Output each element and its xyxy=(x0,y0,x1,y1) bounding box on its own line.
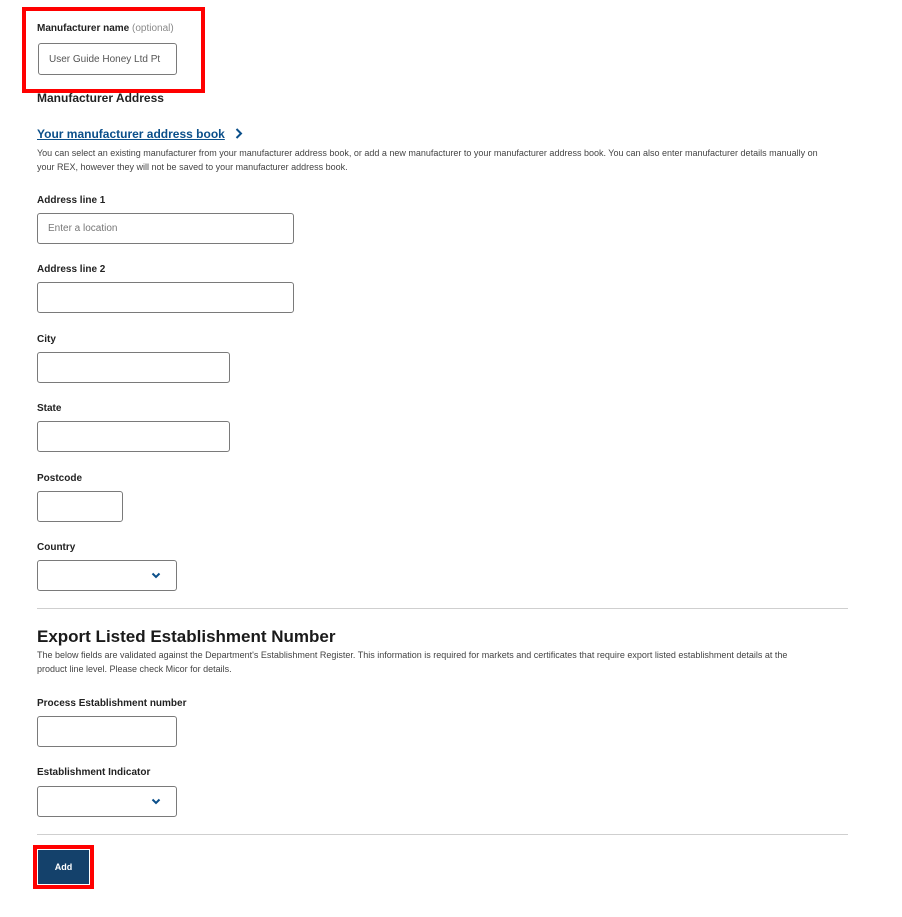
country-label: Country xyxy=(37,542,76,553)
actions-divider xyxy=(37,834,848,835)
address-book-description: You can select an existing manufacturer … xyxy=(37,148,818,172)
process-establishment-label: Process Establishment number xyxy=(37,698,187,709)
optional-hint: (optional) xyxy=(132,23,174,34)
establishment-description: The below fields are validated against t… xyxy=(37,650,788,674)
state-label: State xyxy=(37,403,62,414)
manufacturer-name-input[interactable] xyxy=(38,43,177,75)
chevron-down-icon xyxy=(150,568,162,580)
city-label: City xyxy=(37,334,56,345)
country-select[interactable] xyxy=(37,560,177,591)
postcode-input[interactable] xyxy=(37,491,123,522)
address-book-link[interactable]: Your manufacturer address book xyxy=(37,127,225,141)
establishment-heading: Export Listed Establishment Number xyxy=(37,627,336,646)
city-input[interactable] xyxy=(37,352,230,383)
address-line2-label: Address line 2 xyxy=(37,264,106,275)
chevron-down-icon xyxy=(150,794,162,806)
section-divider xyxy=(37,608,848,609)
address-line1-label: Address line 1 xyxy=(37,195,106,206)
add-button[interactable]: Add xyxy=(38,850,89,884)
process-establishment-input[interactable] xyxy=(37,716,177,747)
postcode-label: Postcode xyxy=(37,473,83,484)
address-book-link-row[interactable]: Your manufacturer address book xyxy=(37,125,243,144)
manufacturer-name-label: Manufacturer name (optional) xyxy=(37,23,174,34)
establishment-indicator-label: Establishment Indicator xyxy=(37,767,151,778)
chevron-right-icon xyxy=(235,126,243,144)
manufacturer-address-heading: Manufacturer Address xyxy=(37,91,164,105)
address-line2-input[interactable] xyxy=(37,282,294,313)
state-input[interactable] xyxy=(37,421,230,452)
manufacturer-name-label-text: Manufacturer name xyxy=(37,23,130,34)
establishment-indicator-select[interactable] xyxy=(37,786,177,817)
address-line1-input[interactable] xyxy=(37,213,294,244)
